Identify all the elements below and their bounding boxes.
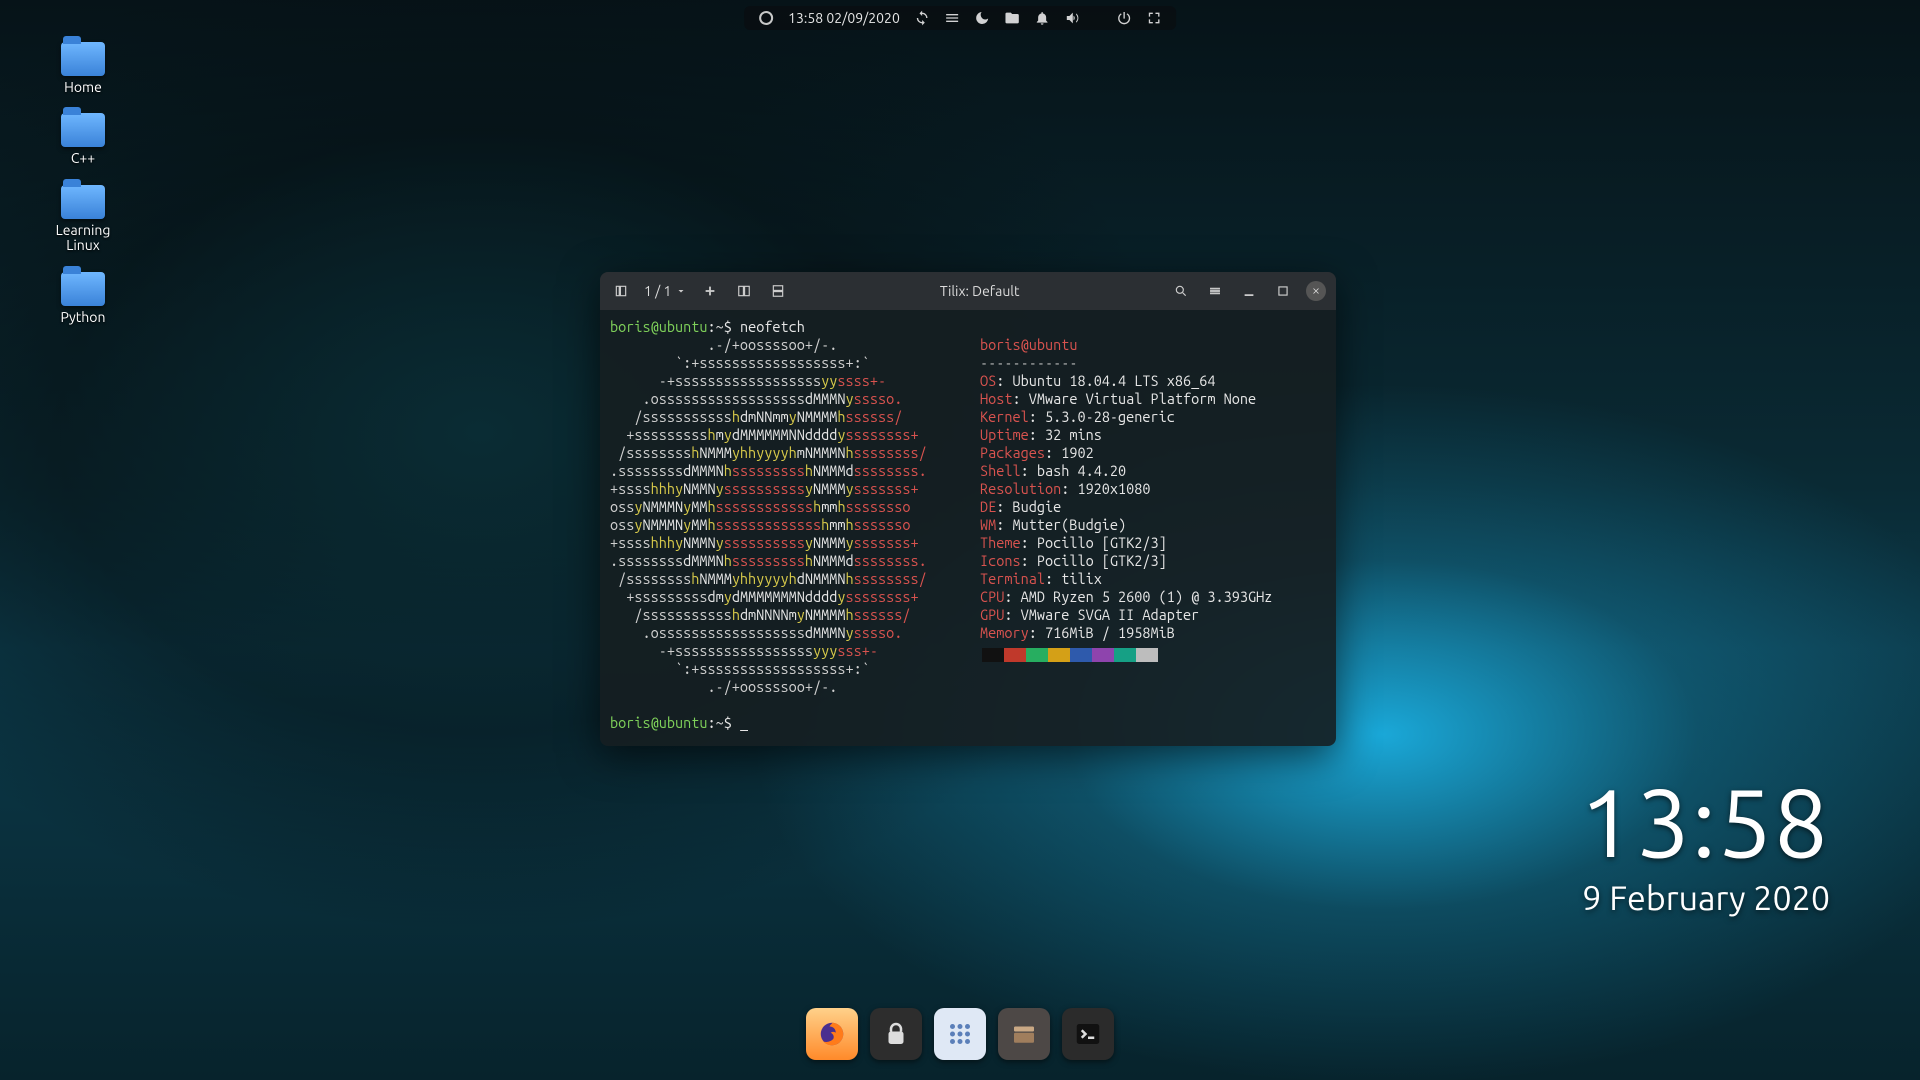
session-counter-text: 1 / 1 [644, 283, 671, 299]
dock-apps-grid[interactable] [934, 1008, 986, 1060]
minimize-button[interactable] [1238, 280, 1260, 302]
desktop-icon-label: Python [61, 310, 106, 325]
sync-icon[interactable] [914, 10, 930, 26]
desktop-clock-date: 9 February 2020 [1580, 879, 1830, 917]
hamburger-menu-icon[interactable] [1204, 280, 1226, 302]
desktop-icon-label: Learning Linux [56, 223, 111, 254]
dock-terminal[interactable] [1062, 1008, 1114, 1060]
folder-icon [61, 272, 105, 306]
neofetch-info: boris@ubuntu ------------ OS: Ubuntu 18.… [980, 336, 1326, 696]
terminal-titlebar[interactable]: 1 / 1 Tilix: Default [600, 272, 1336, 310]
split-right-icon[interactable] [733, 280, 755, 302]
night-mode-icon[interactable] [974, 10, 990, 26]
files-icon [1009, 1019, 1039, 1049]
search-icon[interactable] [1170, 280, 1192, 302]
firefox-icon [817, 1019, 847, 1049]
menu-icon[interactable] [944, 10, 960, 26]
new-session-button[interactable] [699, 280, 721, 302]
session-counter[interactable]: 1 / 1 [644, 283, 687, 299]
dock-files[interactable] [998, 1008, 1050, 1060]
apps-grid-icon [945, 1019, 975, 1049]
neofetch-color-swatches [982, 648, 1326, 662]
panel-datetime[interactable]: 13:58 02/09/2020 [788, 10, 900, 26]
folder-icon [61, 42, 105, 76]
expand-icon[interactable] [1146, 10, 1162, 26]
desktop-icon-label: C++ [71, 151, 95, 166]
neofetch-ascii: .-/+oossssoo+/-. `:+ssssssssssssssssss+:… [610, 336, 980, 696]
window-title: Tilix: Default [801, 283, 1158, 299]
prompt-path: :~$ [707, 318, 731, 335]
close-button[interactable] [1306, 281, 1326, 301]
desktop-icon-home[interactable]: Home [38, 42, 128, 95]
folder-icon [61, 113, 105, 147]
workspace-indicator-icon[interactable] [758, 10, 774, 26]
prompt-user: boris@ubuntu [610, 318, 707, 335]
panel-separator [1094, 10, 1102, 26]
terminal-icon [1073, 1019, 1103, 1049]
power-icon[interactable] [1116, 10, 1132, 26]
desktop-clock-time: 13:58 [1580, 775, 1830, 871]
volume-icon[interactable] [1064, 10, 1080, 26]
prompt-path: :~$ [707, 714, 731, 731]
cursor: _ [740, 714, 748, 731]
top-panel: 13:58 02/09/2020 [744, 6, 1176, 30]
terminal-window: 1 / 1 Tilix: Default boris@ubuntu:~$ neo… [600, 272, 1336, 746]
command-text: neofetch [740, 318, 805, 335]
sidebar-toggle-icon[interactable] [610, 280, 632, 302]
desktop-icon-label: Home [64, 80, 102, 95]
prompt-user: boris@ubuntu [610, 714, 707, 731]
desktop-clock-widget: 13:58 9 February 2020 [1580, 775, 1830, 917]
maximize-button[interactable] [1272, 280, 1294, 302]
files-panel-icon[interactable] [1004, 10, 1020, 26]
desktop-icon-learning-linux[interactable]: Learning Linux [38, 185, 128, 254]
desktop-icon-python[interactable]: Python [38, 272, 128, 325]
desktop-icons: Home C++ Learning Linux Python [38, 42, 128, 325]
folder-icon [61, 185, 105, 219]
terminal-body[interactable]: boris@ubuntu:~$ neofetch .-/+oossssoo+/-… [600, 310, 1336, 746]
notifications-icon[interactable] [1034, 10, 1050, 26]
split-down-icon[interactable] [767, 280, 789, 302]
desktop-icon-cpp[interactable]: C++ [38, 113, 128, 166]
dock-firefox[interactable] [806, 1008, 858, 1060]
dock [796, 1002, 1124, 1066]
lock-icon [881, 1019, 911, 1049]
dock-keyring[interactable] [870, 1008, 922, 1060]
chevron-down-icon [675, 285, 687, 297]
